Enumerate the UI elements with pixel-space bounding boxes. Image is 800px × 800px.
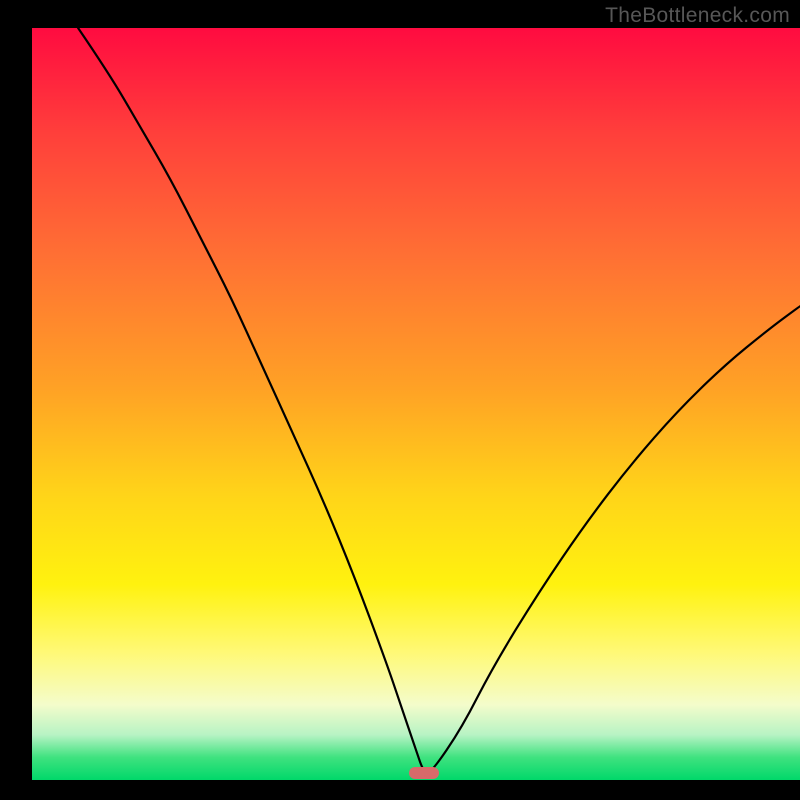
attribution-text: TheBottleneck.com: [605, 4, 790, 28]
curve-path: [78, 28, 800, 773]
chart-plot-area: [32, 28, 800, 780]
bottleneck-curve: [32, 28, 800, 780]
minimum-marker: [409, 767, 439, 779]
